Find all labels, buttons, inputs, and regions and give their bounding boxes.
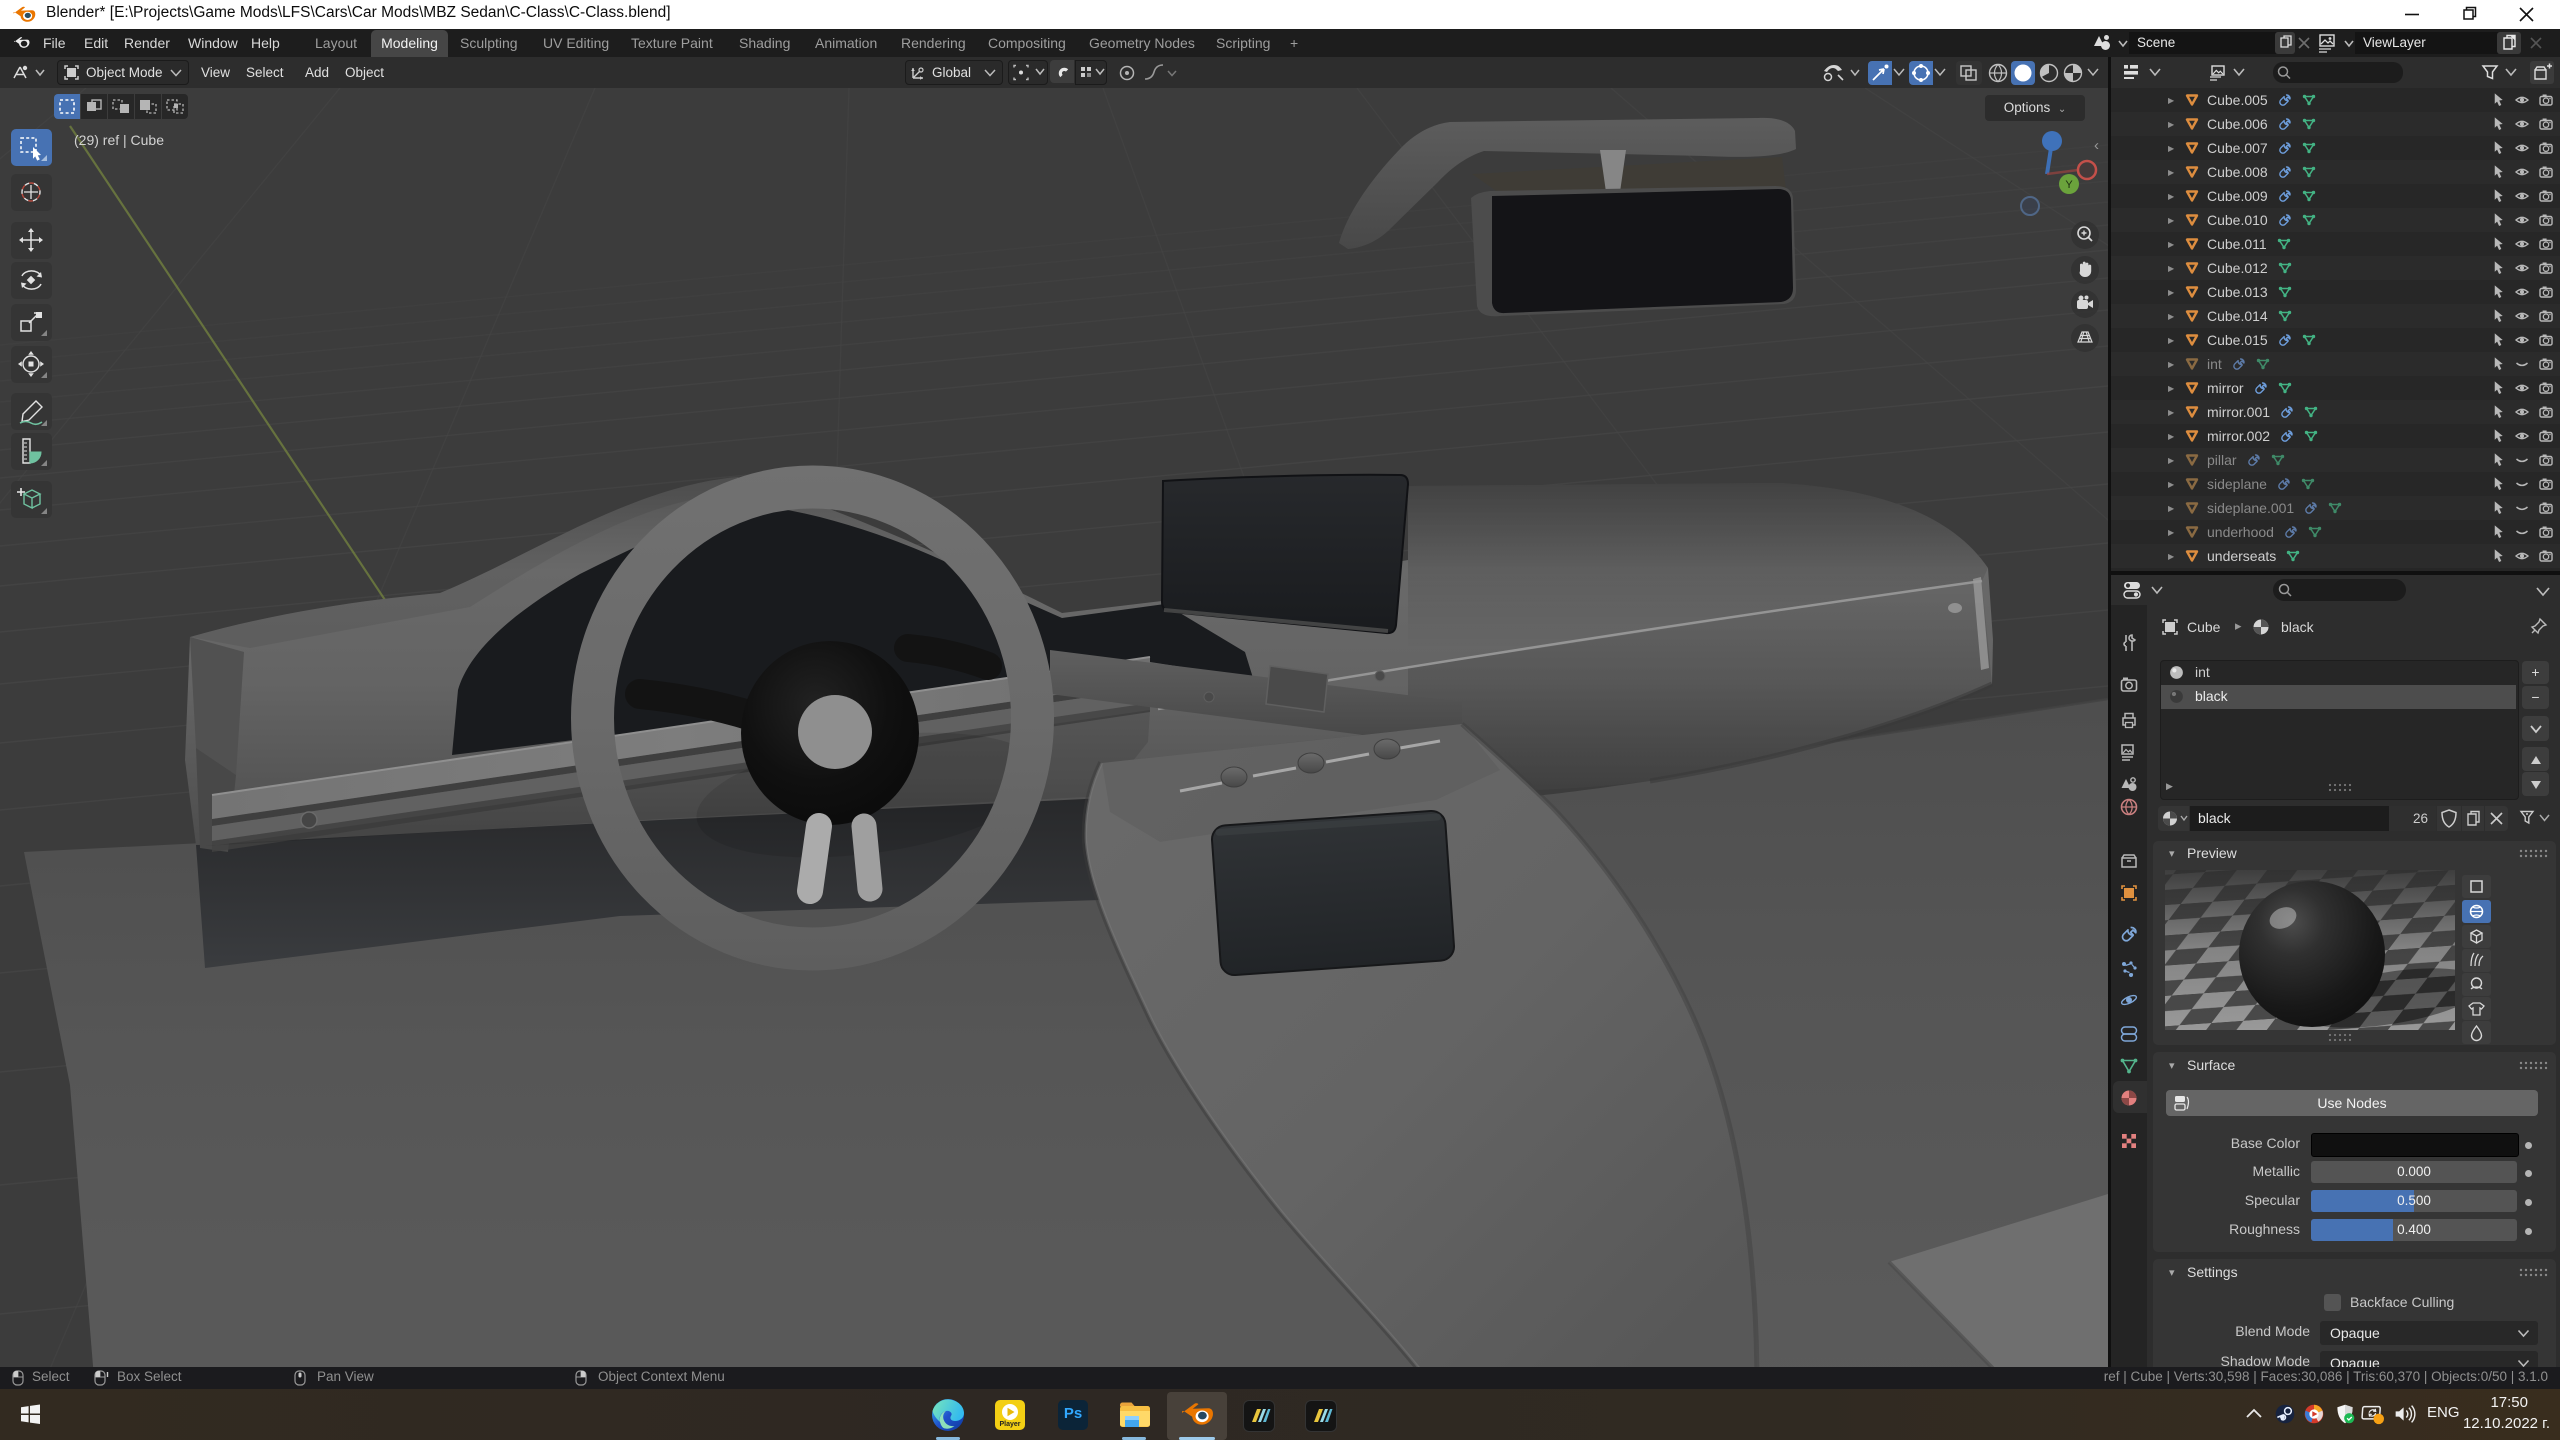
svg-text:Player: Player: [999, 1421, 1020, 1428]
svg-text:Y: Y: [2065, 179, 2073, 191]
